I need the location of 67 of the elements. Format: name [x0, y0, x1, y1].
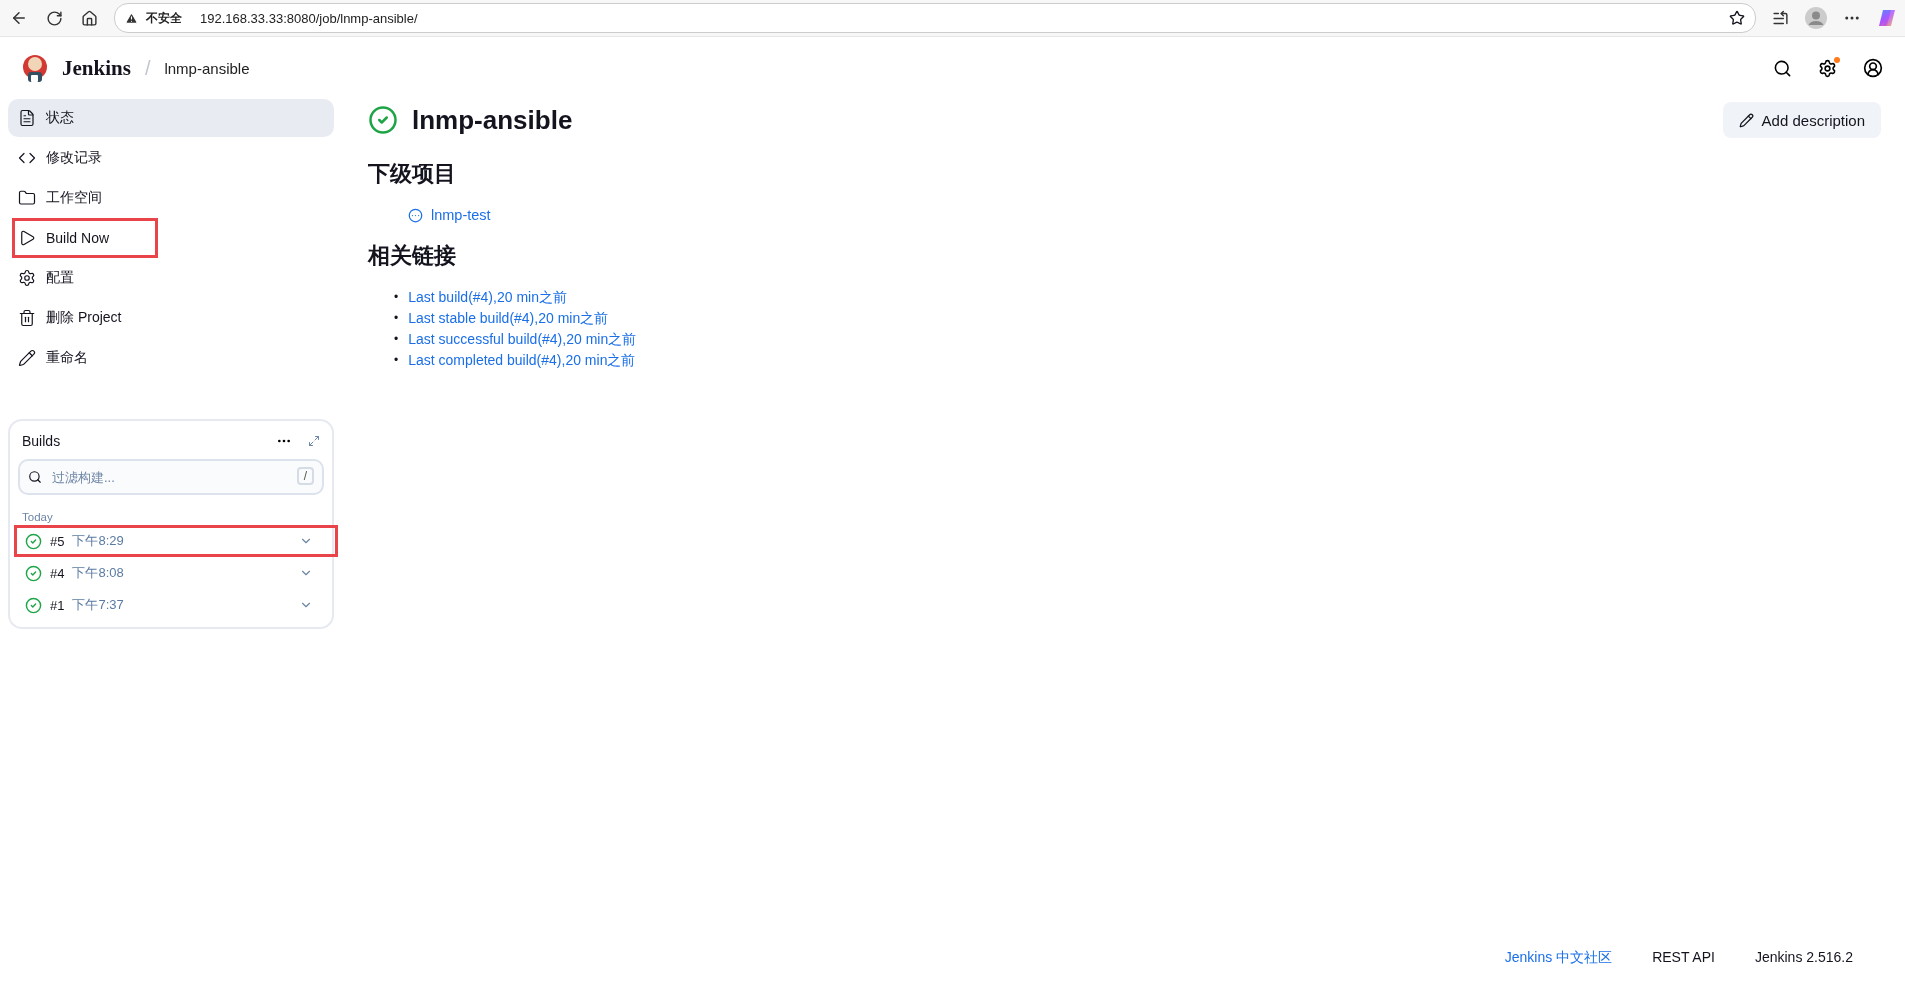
play-icon	[18, 229, 36, 247]
search-icon[interactable]	[1773, 58, 1792, 78]
search-icon	[28, 470, 42, 484]
build-number: #1	[50, 597, 65, 613]
reload-icon[interactable]	[46, 9, 63, 27]
related-link[interactable]: Last build(#4),20 min之前	[408, 287, 567, 308]
build-time: 下午8:08	[72, 564, 125, 582]
back-icon[interactable]	[10, 9, 28, 27]
favorites-icon[interactable]	[1772, 9, 1789, 27]
bullet: •	[394, 310, 399, 327]
ellipsis-circle-icon	[408, 207, 423, 223]
brand-title[interactable]: Jenkins	[62, 55, 131, 81]
colorful-app-icon[interactable]	[1877, 8, 1897, 28]
sidebar-item[interactable]: Build Now	[8, 219, 334, 257]
success-check-icon	[368, 105, 398, 135]
sidebar-item[interactable]: 修改记录	[8, 139, 334, 177]
related-link[interactable]: Last successful build(#4),20 min之前	[408, 329, 637, 350]
settings-icon	[18, 269, 36, 287]
subproject-link[interactable]: lnmp-test	[408, 207, 491, 223]
sidebar-item[interactable]: 配置	[8, 259, 334, 297]
build-row[interactable]: #1 下午7:37	[14, 589, 338, 621]
sidebar-item[interactable]: 工作空间	[8, 179, 334, 217]
bullet: •	[394, 352, 399, 369]
settings-icon[interactable]	[1818, 58, 1837, 78]
star-icon[interactable]	[1729, 10, 1745, 26]
footer-link[interactable]: Jenkins 2.516.2	[1754, 949, 1853, 967]
build-number: #5	[50, 533, 65, 549]
bullet: •	[394, 331, 399, 348]
url-text: 192.168.33.33:8080/job/lnmp-ansible/	[200, 10, 419, 26]
footer-link[interactable]: Jenkins 中文社区	[1504, 949, 1613, 967]
related-link[interactable]: Last stable build(#4),20 min之前	[408, 308, 609, 329]
success-check-icon	[25, 564, 42, 582]
pencil-icon	[1738, 112, 1754, 128]
build-row[interactable]: #4 下午8:08	[14, 557, 338, 589]
sidebar-item[interactable]: 重命名	[8, 339, 334, 377]
related-link[interactable]: Last completed build(#4),20 min之前	[408, 350, 636, 371]
bullet: •	[394, 289, 399, 306]
footer-link[interactable]: REST API	[1652, 949, 1715, 967]
section-heading: 下级项目	[368, 160, 457, 188]
butler-logo-icon[interactable]	[22, 53, 48, 83]
expand-icon[interactable]	[308, 435, 320, 447]
build-row[interactable]: #5 下午8:29	[14, 525, 338, 557]
breadcrumb-separator: /	[144, 56, 151, 80]
job-title: lnmp-ansible	[412, 104, 573, 136]
document-icon	[18, 109, 36, 127]
breadcrumb-link[interactable]: lnmp-ansible	[164, 59, 250, 77]
group-label: Today	[22, 511, 54, 523]
success-check-icon	[25, 596, 42, 614]
address-bar[interactable]: 不安全 192.168.33.33:8080/job/lnmp-ansible/	[114, 3, 1756, 33]
shortcut-key: /	[296, 467, 314, 485]
trash-icon	[18, 309, 36, 327]
add-description-button[interactable]: Add description	[1722, 102, 1881, 138]
sidebar-item[interactable]: 状态	[8, 99, 334, 137]
section-heading: 相关链接	[368, 242, 457, 270]
build-time: 下午7:37	[72, 596, 125, 614]
success-check-icon	[25, 532, 42, 550]
warning-icon	[125, 11, 138, 25]
profile-avatar-icon[interactable]	[1805, 7, 1827, 29]
sidebar-item[interactable]: 删除 Project	[8, 299, 334, 337]
user-icon[interactable]	[1863, 58, 1883, 78]
home-icon[interactable]	[81, 9, 98, 27]
build-number: #4	[50, 565, 65, 581]
build-time: 下午8:29	[72, 532, 125, 550]
folder-icon	[18, 189, 36, 207]
card-title: Builds	[22, 433, 62, 449]
security-label: 不安全	[146, 9, 182, 27]
pencil-icon	[18, 349, 36, 367]
